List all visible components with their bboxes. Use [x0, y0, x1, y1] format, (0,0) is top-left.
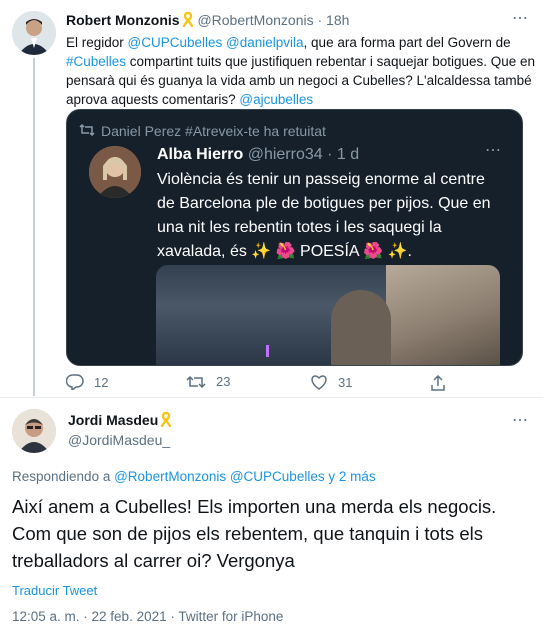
yellow-ribbon-icon — [160, 411, 172, 430]
quoted-tweet-header: Alba Hierro @hierro34 · 1 d — [157, 146, 359, 164]
jordi-masdeu-avatar[interactable] — [12, 409, 56, 453]
main-author-name-row[interactable]: Jordi Masdeu — [68, 411, 172, 430]
quoted-time[interactable]: · 1 d — [327, 146, 359, 163]
retweeted-by-text: Daniel Perez #Atreveix-te ha retuitat — [101, 123, 326, 139]
parent-dot: · — [317, 12, 323, 28]
more-dots-icon[interactable]: ⋯ — [512, 8, 529, 28]
heart-icon — [310, 374, 328, 390]
thread-line — [33, 58, 35, 396]
quoted-tweet-media[interactable] — [156, 265, 500, 365]
parent-author-handle[interactable]: @RobertMonzonis — [197, 12, 313, 28]
hashtag-link[interactable]: #Cubelles — [66, 54, 126, 69]
main-author-name[interactable]: Jordi Masdeu — [68, 412, 158, 428]
media-right-panel — [386, 265, 500, 365]
replying-mentions[interactable]: @RobertMonzonis @CUPCubelles — [114, 469, 325, 484]
parent-time[interactable]: 18h — [326, 12, 349, 28]
quoted-author-name[interactable]: Alba Hierro — [157, 146, 243, 163]
media-light — [266, 345, 269, 357]
retweet-count: 23 — [216, 374, 231, 389]
more-dots-icon[interactable]: ⋯ — [485, 140, 502, 160]
reply-icon — [66, 374, 84, 390]
mention-link[interactable]: @ajcubelles — [239, 92, 313, 107]
like-count: 31 — [338, 374, 353, 390]
divider — [0, 397, 543, 398]
replying-prefix: Respondiendo a — [12, 469, 115, 484]
translate-tweet-link[interactable]: Traducir Tweet — [12, 583, 97, 598]
like-action[interactable]: 31 — [310, 374, 352, 390]
main-author-handle[interactable]: @JordiMasdeu_ — [68, 432, 170, 448]
parent-text-part: , que ara forma part del Govern de — [303, 35, 511, 50]
parent-author-name[interactable]: Robert Monzonis — [66, 12, 180, 28]
quoted-tweet-text: Violència és tenir un passeig enorme al … — [157, 171, 491, 260]
reply-count: 12 — [94, 374, 109, 390]
tweet-timestamp[interactable]: 12:05 a. m. · 22 feb. 2021 · Twitter for… — [12, 609, 283, 624]
media-figure — [331, 290, 391, 365]
replying-to-line: Respondiendo a @RobertMonzonis @CUPCubel… — [12, 469, 376, 484]
main-tweet-text: Així anem a Cubelles! Els importen una m… — [12, 496, 497, 571]
retweet-icon — [186, 375, 206, 389]
retweet-icon — [79, 123, 101, 139]
retweet-action[interactable]: 23 — [186, 374, 230, 389]
share-action[interactable] — [430, 374, 446, 391]
replying-more[interactable]: y 2 más — [325, 469, 375, 484]
mention-link[interactable]: @CUPCubelles — [128, 35, 223, 50]
quoted-author-handle[interactable]: @hierro34 — [248, 146, 323, 163]
parent-tweet-text: El regidor @CUPCubelles @danielpvila, qu… — [66, 33, 536, 109]
robert-monzonis-avatar[interactable] — [12, 11, 56, 55]
quoted-tweet-card[interactable]: Daniel Perez #Atreveix-te ha retuitat Al… — [66, 109, 523, 366]
reply-action[interactable]: 12 — [66, 374, 108, 390]
yellow-ribbon-icon — [182, 11, 194, 30]
mention-link[interactable]: @danielpvila — [226, 35, 304, 50]
retweeted-by-line: Daniel Perez #Atreveix-te ha retuitat — [79, 123, 326, 139]
more-dots-icon[interactable]: ⋯ — [512, 410, 529, 430]
parent-text-part: El regidor — [66, 35, 128, 50]
parent-tweet-header: Robert Monzonis @RobertMonzonis · 18h — [66, 11, 349, 30]
alba-hierro-avatar[interactable] — [89, 146, 141, 198]
share-icon — [430, 374, 446, 391]
